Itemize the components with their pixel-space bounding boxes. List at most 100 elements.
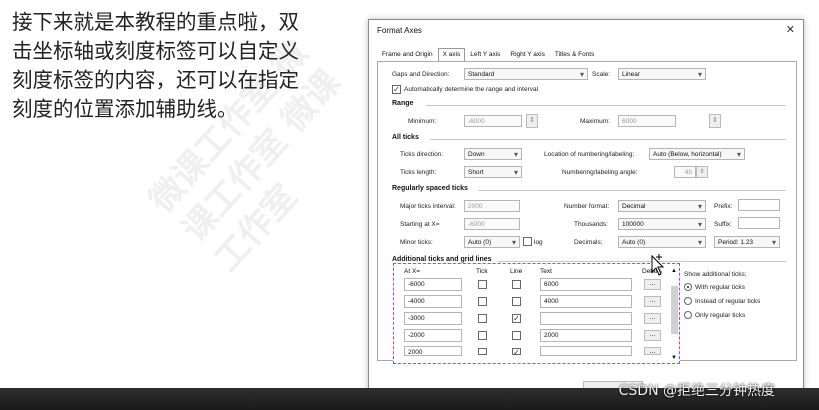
maximum-field[interactable]: 6000 xyxy=(618,115,676,127)
show-additional-label: Show additional ticks: xyxy=(684,271,747,278)
row-tick-checkbox[interactable] xyxy=(478,280,487,289)
starting-at-label: Starting at X= xyxy=(400,221,440,228)
slide-line: 刻度标签的内容，还可以在指定 xyxy=(12,68,299,92)
radio-with-regular[interactable] xyxy=(684,283,692,291)
tab-titles-fonts[interactable]: Titles & Fonts xyxy=(550,48,600,62)
ticks-direction-select[interactable]: Down xyxy=(464,148,522,160)
table-scrollbar[interactable]: ▲ ▼ xyxy=(670,268,679,361)
row-tick-checkbox[interactable] xyxy=(478,348,487,355)
all-ticks-divider xyxy=(430,139,786,140)
major-interval-label: Major ticks interval: xyxy=(400,203,456,210)
row-at-field[interactable]: 2000 xyxy=(404,346,462,356)
row-line-checkbox[interactable] xyxy=(512,297,521,306)
row-at-field[interactable]: -6000 xyxy=(404,278,462,291)
title-bar: Format Axes ✕ xyxy=(369,20,803,40)
auto-range-checkbox[interactable]: ✓ xyxy=(392,85,401,94)
option-only-regular-label: Only regular ticks xyxy=(695,312,746,319)
suffix-label: Suffix: xyxy=(714,221,732,228)
row-at-field[interactable]: -4000 xyxy=(404,295,462,308)
lock-max-icon[interactable]: ⇕ xyxy=(709,114,721,128)
minor-ticks-select[interactable]: Auto (0) xyxy=(464,236,520,248)
move-cursor-icon xyxy=(651,254,665,276)
log-checkbox[interactable] xyxy=(523,237,532,246)
range-divider xyxy=(426,105,786,106)
location-select[interactable]: Auto (Below, horizontal) xyxy=(649,148,745,160)
slide-line: 击坐标轴或刻度标签可以自定义 xyxy=(12,39,299,63)
col-tick: Tick xyxy=(476,268,488,275)
ticks-length-label: Ticks length: xyxy=(400,169,437,176)
additional-ticks-heading: Additional ticks and grid lines xyxy=(392,256,492,263)
starting-at-field[interactable]: -6000 xyxy=(464,218,520,230)
row-details-button[interactable]: ... xyxy=(644,296,661,307)
row-text-field[interactable]: 6000 xyxy=(540,278,632,291)
row-details-button[interactable]: ... xyxy=(644,313,661,324)
row-line-checkbox[interactable]: ✓ xyxy=(512,348,521,357)
scale-label: Scale: xyxy=(592,71,611,78)
slide-line: 刻度的位置添加辅助线。 xyxy=(12,97,238,121)
decimals-select[interactable]: Auto (0) xyxy=(618,236,706,248)
row-text-field[interactable]: 2000 xyxy=(540,329,632,342)
ticks-direction-label: Ticks direction: xyxy=(400,151,444,158)
row-tick-checkbox[interactable] xyxy=(478,314,487,323)
row-tick-checkbox[interactable] xyxy=(478,331,487,340)
tab-right-y-axis[interactable]: Right Y axis xyxy=(505,48,549,62)
range-heading: Range xyxy=(392,100,414,107)
regular-ticks-divider xyxy=(478,190,786,191)
auto-range-label: Automatically determine the range and in… xyxy=(404,86,539,93)
prefix-field[interactable] xyxy=(738,199,780,211)
radio-instead-regular[interactable] xyxy=(684,297,692,305)
row-line-checkbox[interactable]: ✓ xyxy=(512,314,521,323)
radio-only-regular[interactable] xyxy=(684,311,692,319)
row-text-field[interactable] xyxy=(540,312,632,325)
row-details-button[interactable]: ... xyxy=(644,279,661,290)
additional-ticks-divider xyxy=(498,261,786,262)
scroll-up-icon[interactable]: ▲ xyxy=(671,268,677,274)
col-text: Text xyxy=(540,268,552,275)
thousands-select[interactable]: 100000 xyxy=(618,218,706,230)
scroll-down-icon[interactable]: ▼ xyxy=(671,355,677,361)
tab-strip: Frame and Origin X axis Left Y axis Righ… xyxy=(377,48,599,62)
minimum-field[interactable]: -6000 xyxy=(464,115,522,127)
row-tick-checkbox[interactable] xyxy=(478,297,487,306)
scroll-thumb[interactable] xyxy=(671,286,678,334)
number-format-select[interactable]: Decimal xyxy=(618,200,706,212)
ticks-length-select[interactable]: Short xyxy=(464,166,522,178)
major-interval-field[interactable]: 2000 xyxy=(464,200,520,212)
angle-field[interactable]: 45 xyxy=(674,166,696,178)
row-details-button[interactable]: ... xyxy=(644,347,661,355)
log-label: log xyxy=(534,239,543,246)
row-at-field[interactable]: -2000 xyxy=(404,329,462,342)
csdn-watermark: CSDN @拒绝三分钟热度 xyxy=(618,383,775,399)
regular-ticks-heading: Regularly spaced ticks xyxy=(392,185,468,192)
tab-x-axis[interactable]: X axis xyxy=(437,48,466,62)
location-label: Location of numbering/labeling: xyxy=(544,151,635,158)
gaps-direction-select[interactable]: Standard xyxy=(464,68,588,80)
decimals-label: Decimals: xyxy=(574,239,603,246)
gaps-label: Gaps and Direction: xyxy=(392,71,450,78)
period-select[interactable]: Period: 1.23 xyxy=(714,236,780,248)
row-at-field[interactable]: -3000 xyxy=(404,312,462,325)
row-text-field[interactable] xyxy=(540,346,632,356)
additional-ticks-table: At X= Tick Line Text Details -6000 6000 … xyxy=(393,263,680,364)
tab-frame-origin[interactable]: Frame and Origin xyxy=(377,48,438,62)
prefix-label: Prefix: xyxy=(714,203,733,210)
close-icon[interactable]: ✕ xyxy=(786,23,795,36)
row-line-checkbox[interactable] xyxy=(512,331,521,340)
suffix-field[interactable] xyxy=(738,217,780,229)
thousands-label: Thousands: xyxy=(574,221,608,228)
angle-stepper-icon[interactable]: ⇕ xyxy=(696,166,708,178)
scale-select[interactable]: Linear xyxy=(618,68,706,80)
slide-text: 接下来就是本教程的重点啦，双 击坐标轴或刻度标签可以自定义 刻度标签的内容，还可… xyxy=(12,8,342,124)
row-details-button[interactable]: ... xyxy=(644,330,661,341)
tab-left-y-axis[interactable]: Left Y axis xyxy=(465,48,505,62)
angle-label: Numbering/labeling angle: xyxy=(562,169,638,176)
row-line-checkbox[interactable] xyxy=(512,280,521,289)
lock-min-icon[interactable]: ⇕ xyxy=(526,114,538,128)
minor-ticks-label: Minor ticks: xyxy=(400,239,433,246)
dialog-title: Format Axes xyxy=(377,26,422,35)
option-instead-regular-label: Instead of regular ticks xyxy=(695,298,761,305)
row-text-field[interactable]: 4000 xyxy=(540,295,632,308)
option-with-regular-label: With regular ticks xyxy=(695,284,745,291)
maximum-label: Maximum: xyxy=(580,118,610,125)
col-line: Line xyxy=(510,268,523,275)
